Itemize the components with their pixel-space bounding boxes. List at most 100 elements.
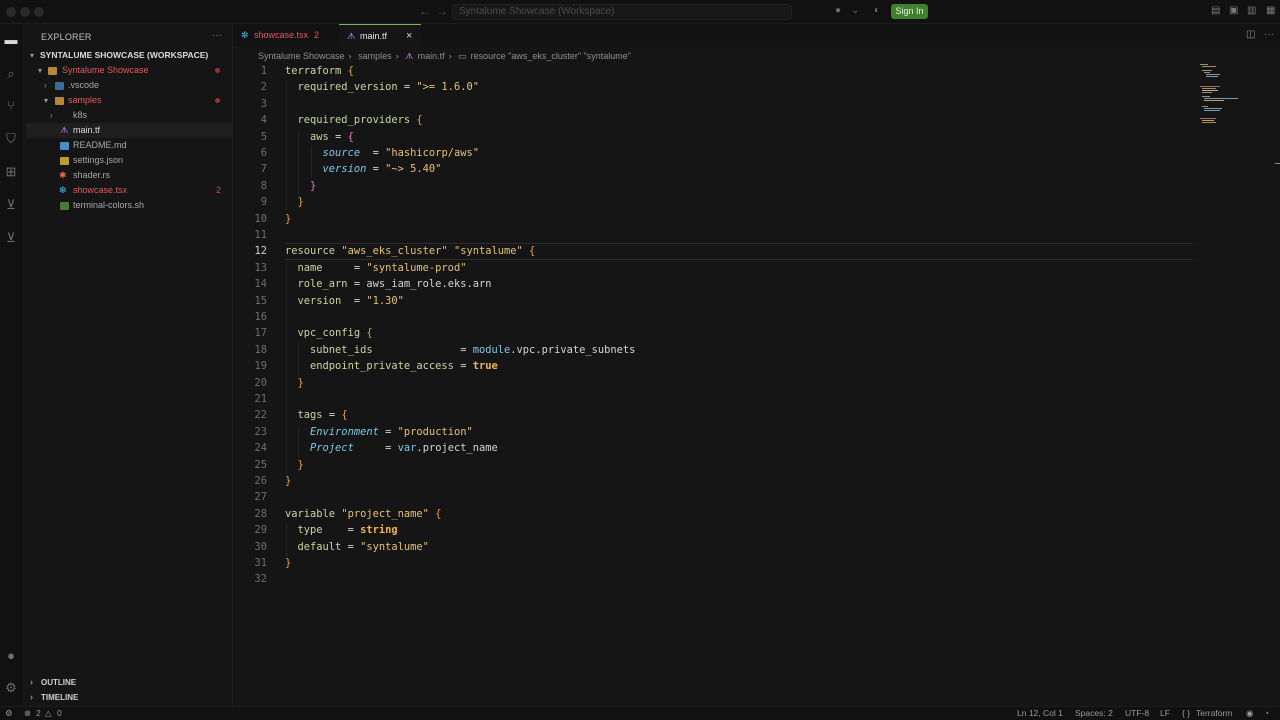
title-bar: ← → Syntalume Showcase (Workspace) ● ⌄ ◐… [0,0,1280,24]
customize-layout-icon[interactable]: ▥ [1247,5,1256,16]
remote-icon[interactable]: ⚙ [5,707,13,720]
more-actions-icon[interactable]: ··· [212,30,222,41]
more-actions-icon[interactable]: ··· [1264,29,1274,40]
code-line[interactable]: 16 [233,309,1193,325]
code-line[interactable]: 1 terraform { [233,63,1193,79]
maximize-window-button[interactable] [34,7,44,17]
encoding-setting[interactable]: UTF-8 [1125,707,1149,720]
tab-main-tf[interactable]: ᗑ main.tf × [339,24,421,47]
code-text: version = "~> 5.40" [322,163,442,176]
tree-item-main-tf[interactable]: ᗑ main.tf [26,123,233,138]
chevron-down-icon[interactable]: ⌄ [851,5,859,16]
close-icon[interactable]: × [406,25,412,48]
code-line[interactable]: 3 [233,96,1193,112]
code-line[interactable]: 11 [233,227,1193,243]
tree-item-settings-json[interactable]: settings.json [26,153,233,168]
cursor-position[interactable]: Ln 12, Col 1 [1017,707,1063,720]
breadcrumb-item[interactable]: main.tf [418,51,445,61]
code-line[interactable]: 29 type = string [233,522,1193,538]
line-number: 15 [254,294,267,307]
notifications-icon[interactable]: ◔ [1264,707,1269,720]
toggle-panel-icon[interactable]: ▣ [1229,5,1238,16]
layout-icon[interactable]: ▦ [1266,5,1275,16]
code-line[interactable]: 20 } [233,375,1193,391]
code-text: required_version = ">= 1.6.0" [297,81,479,94]
code-line[interactable]: 25 } [233,457,1193,473]
search-icon[interactable]: ⌕ [3,66,19,82]
code-line[interactable]: 24 Project = var.project_name [233,440,1193,456]
language-mode[interactable]: Terraform [1196,707,1232,720]
tree-item-k8s[interactable]: › k8s [26,108,233,123]
minimap[interactable] [1198,63,1248,127]
sign-in-button[interactable]: Sign In [891,4,928,19]
tree-item-readme[interactable]: README.md [26,138,233,153]
line-number: 6 [260,147,267,159]
tab-showcase-tsx[interactable]: ✼ showcase.tsx 2 [233,24,337,47]
code-text: required_providers { [297,114,423,127]
code-line[interactable]: 5 aws = { [233,129,1193,145]
copilot-icon[interactable]: ◉ [1246,707,1253,720]
line-number: 3 [260,97,267,110]
copilot-icon[interactable]: ● [835,5,841,16]
code-line[interactable]: 6 source = "hashicorp/aws" [233,145,1193,161]
code-line[interactable]: 17 vpc_config { [233,325,1193,341]
code-line[interactable]: 22 tags = { [233,407,1193,423]
eol-setting[interactable]: LF [1160,707,1170,720]
shield-icon[interactable]: ⛉ [3,131,19,147]
code-line[interactable]: 28 variable "project_name" { [233,506,1193,522]
tree-item-vscode[interactable]: › .vscode [26,78,233,93]
code-line[interactable]: 27 [233,489,1193,505]
accounts-icon[interactable]: ◐ [874,5,880,16]
code-line[interactable]: 10} [233,211,1193,227]
code-editor[interactable]: 1 terraform {2 required_version = ">= 1.6… [233,63,1280,706]
code-line[interactable]: 31} [233,555,1193,571]
remote-explorer-icon[interactable]: ⊻ [3,197,19,213]
breadcrumb-item[interactable]: samples [358,51,392,61]
code-line[interactable]: 19 endpoint_private_access = true [233,358,1193,374]
code-line[interactable]: 18 subnet_ids = module.vpc.private_subne… [233,342,1193,358]
timeline-section[interactable]: › TIMELINE [26,690,233,705]
command-center-search[interactable]: Syntalume Showcase (Workspace) [452,4,792,20]
back-arrow-icon[interactable]: ← [419,4,431,18]
code-line[interactable]: 32 [233,571,1193,587]
tree-item-terminal-colors[interactable]: terminal-colors.sh [26,198,233,213]
code-line[interactable]: 2 required_version = ">= 1.6.0" [233,79,1193,95]
line-number: 24 [254,442,267,455]
outline-section[interactable]: › OUTLINE [26,675,233,690]
source-control-icon[interactable]: ⑂ [3,98,19,114]
code-line[interactable]: 15 version = "1.30" [233,293,1193,309]
code-line[interactable]: 4 required_providers { [233,112,1193,128]
toggle-sidebar-icon[interactable]: ▤ [1211,5,1220,16]
code-line[interactable]: 13 name = "syntalume-prod" [233,260,1193,276]
tree-item-shader-rs[interactable]: ✱ shader.rs [26,168,233,183]
split-editor-icon[interactable]: ◫ [1246,29,1255,40]
code-line[interactable]: 7 version = "~> 5.40" [233,161,1193,177]
tree-item-showcase-tsx[interactable]: ✼ showcase.tsx 2 [26,183,233,198]
extensions-icon[interactable]: ⊞ [3,164,19,180]
code-line[interactable]: 23 Environment = "production" [233,424,1193,440]
forward-arrow-icon[interactable]: → [436,4,448,18]
gear-icon[interactable]: ⚙ [3,680,19,696]
code-line[interactable]: 14 role_arn = aws_iam_role.eks.arn [233,276,1193,292]
explorer-icon[interactable]: ▬ [3,32,19,48]
tree-item-syntalume-showcase[interactable]: ▾ Syntalume Showcase [26,63,233,78]
breadcrumb-item[interactable]: Syntalume Showcase [258,51,345,61]
code-line[interactable]: 30 default = "syntalume" [233,539,1193,555]
line-number: 25 [254,458,267,471]
code-line[interactable]: 12 resource "aws_eks_cluster" "syntalume"… [233,243,1193,259]
account-icon[interactable]: ● [3,648,19,664]
minimize-window-button[interactable] [20,7,30,17]
code-line[interactable]: 8 } [233,178,1193,194]
terraform-file-icon: ᗑ [60,125,69,135]
indentation-setting[interactable]: Spaces: 2 [1075,707,1113,720]
code-line[interactable]: 9 } [233,194,1193,210]
tree-item-samples[interactable]: ▾ samples [26,93,233,108]
breadcrumb-item[interactable]: resource "aws_eks_cluster" "syntalume" [471,51,631,61]
code-line[interactable]: 26} [233,473,1193,489]
close-window-button[interactable] [6,7,16,17]
warning-count[interactable]: 0 [57,707,62,720]
code-line[interactable]: 21 [233,391,1193,407]
workspace-header[interactable]: ▾ SYNTALUME SHOWCASE (WORKSPACE) [26,48,233,63]
gitlens-icon[interactable]: ⊻ [3,230,19,246]
error-count[interactable]: 2 [36,707,41,720]
